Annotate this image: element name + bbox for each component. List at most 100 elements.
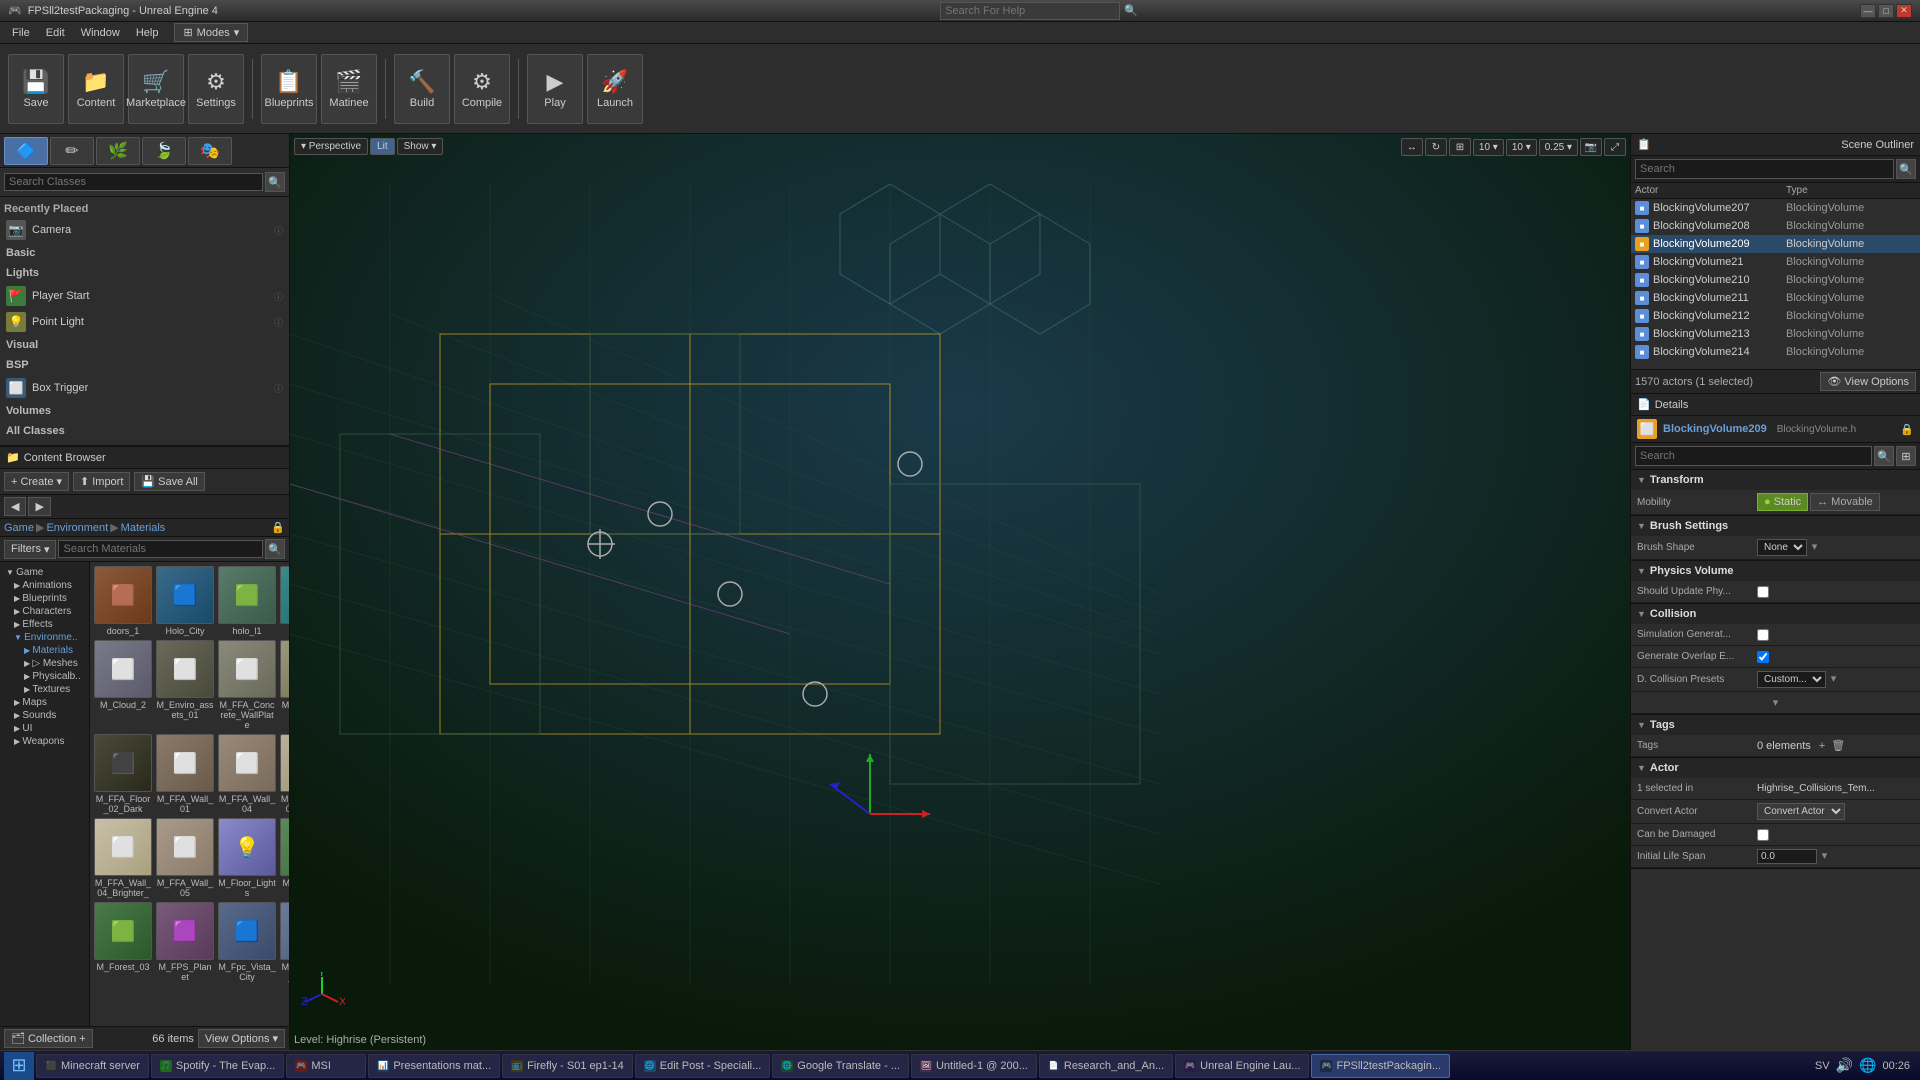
tags-add-icon[interactable]: + [1819, 740, 1825, 752]
settings-button[interactable]: ⚙ Settings [188, 54, 244, 124]
start-button[interactable]: ⊞ [4, 1052, 34, 1080]
tags-remove-icon[interactable]: 🗑 [1831, 739, 1845, 752]
actor-section-header[interactable]: ▼ Actor [1631, 758, 1920, 778]
list-item[interactable]: 🟦 M_Fpc_Vista_City [218, 902, 276, 982]
list-item[interactable]: 🟦 holo_l2 [280, 566, 289, 636]
launch-button[interactable]: 🚀 Launch [587, 54, 643, 124]
list-item[interactable]: ⬜ M_FFA_Wall_04_Brighter [280, 734, 289, 814]
category-basic[interactable]: Basic [4, 243, 285, 263]
scene-outliner-search-input[interactable] [1635, 159, 1894, 179]
table-row[interactable]: ■ BlockingVolume211 BlockingVolume [1631, 289, 1920, 307]
physics-section-header[interactable]: ▼ Physics Volume [1631, 561, 1920, 581]
tree-blueprints[interactable]: Blueprints [4, 592, 85, 605]
blueprints-button[interactable]: 📋 Blueprints [261, 54, 317, 124]
placed-item-playerstart[interactable]: 🚩 Player Start ⓘ [4, 283, 285, 309]
menu-file[interactable]: File [4, 25, 38, 41]
viewport-scale-icon[interactable]: ⊞ [1449, 138, 1471, 156]
tree-weapons[interactable]: Weapons [4, 735, 85, 748]
tree-animations[interactable]: Animations [4, 579, 85, 592]
marketplace-button[interactable]: 🛒 Marketplace [128, 54, 184, 124]
lock-details-icon[interactable]: 🔒 [1900, 423, 1914, 436]
save-button[interactable]: 💾 Save [8, 54, 64, 124]
physics-update-checkbox[interactable] [1757, 586, 1769, 598]
material-search-button[interactable]: 🔍 [265, 539, 285, 559]
table-row[interactable]: ■ BlockingVolume207 BlockingVolume [1631, 199, 1920, 217]
table-row[interactable]: ■ BlockingVolume214 BlockingVolume [1631, 343, 1920, 361]
details-grid-button[interactable]: ⊞ [1896, 446, 1916, 466]
so-view-options-button[interactable]: 👁 View Options [1820, 372, 1916, 391]
collection-button[interactable]: 🗂 Collection + [4, 1029, 93, 1048]
taskbar-item-research[interactable]: 📄 Research_and_An... [1039, 1054, 1173, 1078]
list-item[interactable]: ⬜ M_FFA_Wall_05 [156, 818, 214, 898]
mode-foliage[interactable]: 🍃 [142, 137, 186, 165]
collision-section-header[interactable]: ▼ Collision [1631, 604, 1920, 624]
content-button[interactable]: 📁 Content [68, 54, 124, 124]
path-lock-icon[interactable]: 🔒 [271, 521, 285, 534]
play-button[interactable]: ▶ Play [527, 54, 583, 124]
brush-section-header[interactable]: ▼ Brush Settings [1631, 516, 1920, 536]
taskbar-item-minecraft[interactable]: ⬛ Minecraft server [36, 1054, 149, 1078]
tree-ui[interactable]: UI [4, 722, 85, 735]
viewport[interactable]: ▾ Perspective Lit Show ▾ ↔ ↻ ⊞ 10 ▾ 10 ▾… [290, 134, 1630, 1050]
mode-paint[interactable]: ✏ [50, 137, 94, 165]
path-environment[interactable]: Environment [46, 522, 108, 534]
category-volumes[interactable]: Volumes [4, 401, 285, 421]
viewport-coord-btn[interactable]: 10 ▾ [1473, 139, 1504, 156]
volume-icon[interactable]: 🔊 [1836, 1057, 1853, 1074]
list-item[interactable]: 🟪 M_FPS_Planet [156, 902, 214, 982]
actor-name-display[interactable]: BlockingVolume209 [1663, 423, 1767, 435]
path-game[interactable]: Game [4, 522, 34, 534]
class-search-button[interactable]: 🔍 [265, 172, 285, 192]
taskbar-item-unreal-launcher[interactable]: 🎮 Unreal Engine Lau... [1175, 1054, 1309, 1078]
collision-expand-icon[interactable]: ▾ [1773, 696, 1779, 709]
list-item[interactable]: ⬜ M_FFA_Wall_04 [218, 734, 276, 814]
taskbar-item-editpost[interactable]: 🌐 Edit Post - Speciali... [635, 1054, 771, 1078]
nav-forward-button[interactable]: ▶ [28, 497, 50, 516]
category-bsp[interactable]: BSP [4, 355, 285, 375]
viewport-angle-btn[interactable]: 10 ▾ [1506, 139, 1537, 156]
table-row[interactable]: ■ BlockingVolume212 BlockingVolume [1631, 307, 1920, 325]
details-search-input[interactable] [1635, 446, 1872, 466]
menu-window[interactable]: Window [73, 25, 128, 41]
viewport-lit-button[interactable]: Lit [370, 138, 395, 155]
tree-maps[interactable]: Maps [4, 696, 85, 709]
can-be-damaged-checkbox[interactable] [1757, 829, 1769, 841]
network-icon[interactable]: 🌐 [1859, 1057, 1876, 1074]
taskbar-item-firefly[interactable]: 📺 Firefly - S01 ep1-14 [502, 1054, 633, 1078]
table-row[interactable]: ■ BlockingVolume213 BlockingVolume [1631, 325, 1920, 343]
table-row[interactable]: ■ BlockingVolume208 BlockingVolume [1631, 217, 1920, 235]
build-button[interactable]: 🔨 Build [394, 54, 450, 124]
tree-physicalb[interactable]: Physicalb.. [4, 670, 85, 683]
save-all-button[interactable]: 💾 Save All [134, 472, 204, 491]
collision-presets-select[interactable]: Custom... [1757, 671, 1826, 688]
taskbar-item-googletranslate[interactable]: 🌐 Google Translate - ... [772, 1054, 909, 1078]
create-button[interactable]: + Create ▾ [4, 472, 69, 491]
tree-game[interactable]: Game [4, 566, 85, 579]
table-row[interactable]: ■ BlockingVolume210 BlockingVolume [1631, 271, 1920, 289]
life-span-input[interactable] [1757, 849, 1817, 864]
table-row[interactable]: ■ BlockingVolume21 BlockingVolume [1631, 253, 1920, 271]
taskbar-item-untitled[interactable]: 🖼 Untitled-1 @ 200... [911, 1054, 1037, 1078]
viewport-perspective-button[interactable]: ▾ Perspective [294, 138, 368, 155]
viewport-rotate-icon[interactable]: ↻ [1425, 138, 1447, 156]
category-allclasses[interactable]: All Classes [4, 421, 285, 441]
placed-item-pointlight[interactable]: 💡 Point Light ⓘ [4, 309, 285, 335]
sim-gen-checkbox[interactable] [1757, 629, 1769, 641]
list-item[interactable]: 🟫 doors_1 [94, 566, 152, 636]
tree-meshes[interactable]: ▷ Meshes [4, 657, 85, 670]
placed-item-boxtrigger[interactable]: ⬜ Box Trigger ⓘ [4, 375, 285, 401]
tree-environment[interactable]: Environme.. [4, 631, 85, 644]
static-button[interactable]: ● Static [1757, 493, 1808, 511]
compile-button[interactable]: ⚙ Compile [454, 54, 510, 124]
convert-actor-select[interactable]: Convert Actor [1757, 803, 1845, 820]
placed-item-camera[interactable]: 📷 Camera ⓘ [4, 217, 285, 243]
tree-textures[interactable]: Textures [4, 683, 85, 696]
close-button[interactable]: ✕ [1896, 4, 1912, 18]
viewport-scale-btn[interactable]: 0.25 ▾ [1539, 139, 1578, 156]
matinee-button[interactable]: 🎬 Matinee [321, 54, 377, 124]
list-item[interactable]: ⬜ M_FFA_Wall_04_Brighter_ [94, 818, 152, 898]
maximize-button[interactable]: □ [1878, 4, 1894, 18]
search-help-input[interactable] [940, 2, 1120, 20]
taskbar-item-spotify[interactable]: 🎵 Spotify - The Evap... [151, 1054, 284, 1078]
search-icon[interactable]: 🔍 [1124, 4, 1138, 17]
